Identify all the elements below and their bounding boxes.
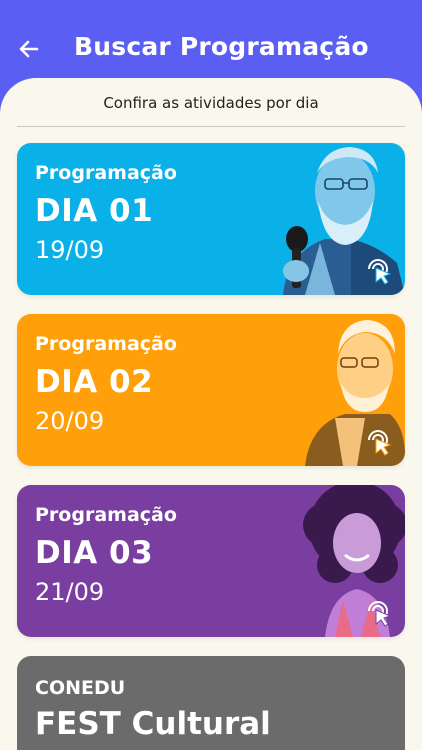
card-label: CONEDU — [35, 677, 126, 699]
card-date: 21/09 — [35, 578, 105, 606]
page-title: Buscar Programação — [74, 32, 369, 61]
day-card-01[interactable]: Programação DIA 01 19/09 — [17, 143, 405, 295]
card-label: Programação — [35, 333, 177, 355]
day-card-02[interactable]: Programação DIA 02 20/09 — [17, 314, 405, 466]
back-button[interactable] — [14, 34, 44, 64]
card-label: Programação — [35, 504, 177, 526]
subtitle: Confira as atividades por dia — [103, 94, 319, 112]
day-card-03[interactable]: Programação DIA 03 21/09 — [17, 485, 405, 637]
card-label: Programação — [35, 162, 177, 184]
card-day: DIA 01 — [35, 193, 154, 229]
card-title: FEST Cultural — [35, 706, 271, 742]
card-date: 19/09 — [35, 236, 105, 264]
fest-cultural-card[interactable]: CONEDU FEST Cultural — [17, 656, 405, 750]
card-date: 20/09 — [35, 407, 105, 435]
click-pointer-icon — [368, 259, 392, 285]
click-pointer-icon — [368, 601, 392, 627]
arrow-left-icon — [19, 40, 39, 58]
card-day: DIA 02 — [35, 364, 154, 400]
click-pointer-icon — [368, 430, 392, 456]
card-day: DIA 03 — [35, 535, 154, 571]
divider — [17, 126, 405, 127]
